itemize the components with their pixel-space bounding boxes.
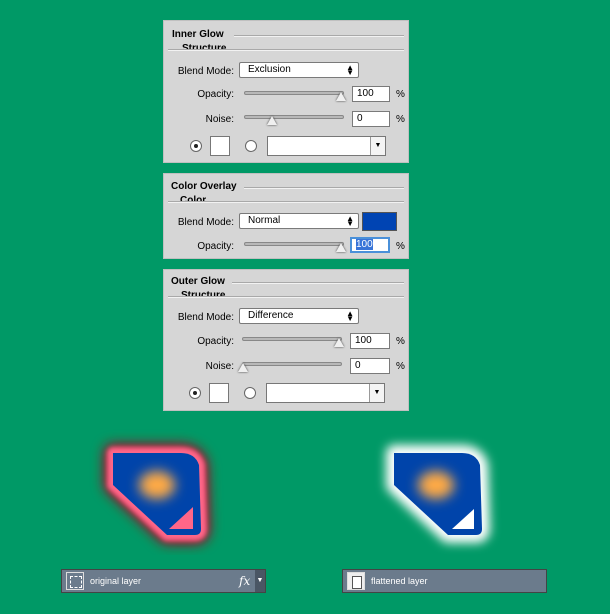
- color-overlay-section-rule: [168, 201, 404, 203]
- opacity-slider-thumb[interactable]: [334, 338, 344, 347]
- noise-input[interactable]: 0: [350, 358, 390, 374]
- outer-glow-section-rule: [168, 296, 404, 298]
- noise-slider[interactable]: [244, 115, 344, 119]
- original-layer-name: original layer: [90, 576, 142, 586]
- color-radio[interactable]: [189, 387, 201, 399]
- opacity-slider[interactable]: [244, 91, 344, 95]
- updown-arrows-icon: ▲ ▼: [346, 309, 354, 323]
- overlay-color-swatch[interactable]: [362, 212, 397, 231]
- blend-mode-select[interactable]: Difference ▲ ▼: [239, 308, 359, 324]
- noise-slider-thumb[interactable]: [238, 363, 248, 372]
- gradient-picker[interactable]: ▼: [267, 136, 386, 156]
- noise-label: Noise:: [205, 361, 234, 372]
- opacity-percent: %: [396, 89, 405, 100]
- inner-glow-panel: Inner Glow Structure Blend Mode: Exclusi…: [163, 20, 409, 163]
- color-overlay-panel: Color Overlay Color Blend Mode: Normal ▲…: [163, 173, 409, 259]
- smart-object-icon: [66, 572, 84, 590]
- opacity-slider[interactable]: [244, 242, 344, 246]
- opacity-percent: %: [396, 336, 405, 347]
- opacity-label: Opacity:: [197, 89, 234, 100]
- updown-arrows-icon: ▲ ▼: [346, 214, 354, 228]
- blend-mode-label: Blend Mode:: [177, 217, 234, 228]
- noise-input[interactable]: 0: [352, 111, 390, 127]
- gradient-picker[interactable]: ▼: [266, 383, 385, 403]
- noise-label: Noise:: [205, 114, 234, 125]
- fx-icon[interactable]: fx: [239, 574, 250, 588]
- noise-percent: %: [396, 361, 405, 372]
- blend-mode-select[interactable]: Normal ▲ ▼: [239, 213, 359, 229]
- noise-percent: %: [396, 114, 405, 125]
- blend-mode-value: Difference: [248, 310, 294, 321]
- noise-slider[interactable]: [242, 362, 342, 366]
- expand-arrow-icon[interactable]: ▼: [255, 570, 265, 592]
- updown-arrows-icon: ▲ ▼: [346, 63, 354, 77]
- color-overlay-title-rule: [244, 187, 404, 189]
- flattened-layer-name: flattened layer: [371, 576, 428, 586]
- dropdown-arrow-icon[interactable]: ▼: [369, 384, 384, 402]
- opacity-slider-thumb[interactable]: [336, 243, 346, 252]
- opacity-input[interactable]: 100: [352, 86, 390, 102]
- original-layer-preview: [104, 444, 210, 544]
- opacity-slider-thumb[interactable]: [336, 92, 346, 101]
- blend-mode-value: Normal: [248, 215, 281, 226]
- original-layer-row[interactable]: original layer fx ▼: [61, 569, 266, 593]
- opacity-label: Opacity:: [197, 336, 234, 347]
- gradient-radio[interactable]: [244, 387, 256, 399]
- dropdown-arrow-icon[interactable]: ▼: [370, 137, 385, 155]
- outer-glow-title-rule: [232, 282, 404, 284]
- opacity-selected-text: 100: [356, 239, 373, 250]
- blend-mode-select[interactable]: Exclusion ▲ ▼: [239, 62, 359, 78]
- blend-mode-label: Blend Mode:: [177, 312, 234, 323]
- opacity-slider[interactable]: [242, 337, 342, 341]
- shape-blob: [139, 471, 175, 499]
- inner-glow-title-rule: [234, 35, 404, 37]
- shape-blob: [418, 471, 454, 499]
- glow-color-swatch[interactable]: [210, 136, 230, 156]
- gradient-radio[interactable]: [245, 140, 257, 152]
- layer-thumbnail-icon: [347, 572, 365, 590]
- inner-glow-section-rule: [168, 49, 404, 51]
- color-radio[interactable]: [190, 140, 202, 152]
- opacity-input[interactable]: 100: [350, 333, 390, 349]
- opacity-input[interactable]: 100: [350, 237, 390, 253]
- noise-slider-thumb[interactable]: [267, 116, 277, 125]
- blend-mode-label: Blend Mode:: [177, 66, 234, 77]
- blend-mode-value: Exclusion: [248, 64, 291, 75]
- opacity-label: Opacity:: [197, 241, 234, 252]
- flattened-layer-preview: [386, 445, 490, 543]
- flattened-layer-row[interactable]: flattened layer: [342, 569, 547, 593]
- glow-color-swatch[interactable]: [209, 383, 229, 403]
- color-overlay-title: Color Overlay: [171, 181, 237, 192]
- outer-glow-panel: Outer Glow Structure Blend Mode: Differe…: [163, 269, 409, 411]
- inner-glow-title: Inner Glow: [172, 29, 224, 40]
- outer-glow-title: Outer Glow: [171, 276, 225, 287]
- opacity-percent: %: [396, 241, 405, 252]
